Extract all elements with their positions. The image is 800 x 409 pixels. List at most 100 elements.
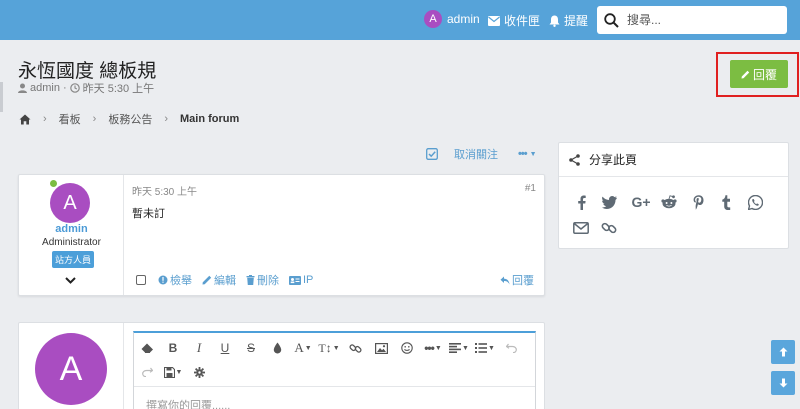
side-tab[interactable] — [0, 82, 3, 112]
breadcrumb: › 看板 › 板務公告 › Main forum — [19, 111, 239, 127]
share-widget: 分享此頁 G+ — [558, 142, 789, 249]
select-topic-icon[interactable] — [426, 148, 438, 160]
post-reply-button[interactable]: 回覆 — [500, 272, 534, 288]
meta-separator: · — [62, 82, 67, 94]
edit-button[interactable]: 編輯 — [202, 272, 236, 288]
share-widget-header: 分享此頁 — [559, 143, 788, 177]
reddit-icon[interactable] — [660, 193, 678, 211]
thread-meta: admin · 昨天 5:30 上午 — [18, 80, 154, 96]
user-menu[interactable]: A admin — [424, 10, 480, 28]
bell-icon — [549, 15, 560, 27]
notifications-label: 提醒 — [564, 14, 589, 28]
ip-button[interactable]: IP — [289, 274, 313, 286]
inbox-label: 收件匣 — [504, 14, 541, 28]
report-label: 檢舉 — [170, 275, 192, 287]
search-box — [597, 6, 787, 34]
reply-button-highlight: 回覆 — [716, 52, 799, 97]
post-content: 暫未訂 — [132, 208, 165, 220]
more-insert-icon[interactable]: ••• ▼ — [420, 338, 446, 358]
home-icon[interactable] — [19, 114, 31, 125]
post-author-avatar[interactable]: A — [50, 183, 90, 223]
email-icon[interactable] — [572, 219, 590, 237]
breadcrumb-item[interactable]: 板務公告 — [108, 111, 152, 127]
arrow-up-icon — [779, 347, 788, 357]
font-size-icon[interactable]: T↕ ▼ — [316, 338, 342, 358]
post-author-name[interactable]: admin — [19, 223, 124, 235]
ellipsis-icon: ••• — [518, 148, 528, 160]
post-author-role: Administrator — [42, 237, 101, 248]
post-number[interactable]: #1 — [525, 183, 536, 194]
eraser-icon[interactable] — [134, 338, 160, 358]
share-icon — [569, 153, 580, 166]
smiley-icon[interactable] — [394, 338, 420, 358]
link-icon[interactable] — [600, 219, 618, 237]
search-input[interactable] — [627, 13, 767, 27]
underline-icon[interactable]: U — [212, 338, 238, 358]
reply-author-avatar: A — [35, 333, 107, 405]
chevron-right-icon: › — [92, 113, 97, 125]
quick-reply-form: A B I U S A ▼ T↕ ▼ ••• ▼ ▼ ▼ ▼ 撰寫你的回覆...… — [18, 322, 545, 409]
reply-button-label: 回覆 — [752, 67, 777, 82]
user-avatar: A — [424, 10, 442, 28]
gear-icon[interactable] — [186, 362, 212, 382]
user-icon — [18, 83, 27, 93]
list-icon[interactable]: ▼ — [472, 338, 498, 358]
facebook-icon[interactable] — [572, 193, 590, 211]
undo-icon[interactable] — [498, 338, 524, 358]
scroll-to-top-button[interactable] — [771, 340, 795, 364]
reply-button[interactable]: 回覆 — [730, 60, 788, 88]
caret-down-icon: ▼ — [529, 150, 537, 158]
edit-label: 編輯 — [214, 275, 236, 287]
editor-toolbar-row-2: ▼ — [134, 361, 212, 383]
reply-author-sidebar: A — [19, 323, 124, 409]
topic-tools: 取消關注 ••• ▼ — [426, 146, 537, 162]
more-options-button[interactable]: ••• ▼ — [518, 148, 537, 160]
tumblr-icon[interactable] — [717, 193, 735, 211]
insert-link-icon[interactable] — [342, 338, 368, 358]
whatsapp-icon[interactable] — [746, 193, 764, 211]
editor-divider — [134, 386, 535, 387]
text-color-icon[interactable] — [264, 338, 290, 358]
italic-icon[interactable]: I — [186, 338, 212, 358]
reply-arrow-icon — [500, 276, 510, 285]
chevron-down-icon[interactable] — [65, 275, 76, 287]
delete-label: 刪除 — [257, 275, 279, 287]
thread-author[interactable]: admin — [30, 82, 60, 94]
post-author-sidebar: A admin Administrator 站方人員 — [19, 175, 124, 295]
reply-textarea[interactable]: 撰寫你的回覆...... — [146, 397, 230, 409]
page-title: 永恆國度 總板規 — [18, 61, 157, 82]
font-family-icon[interactable]: A ▼ — [290, 338, 316, 358]
breadcrumb-current[interactable]: Main forum — [180, 113, 239, 125]
arrow-down-icon — [779, 378, 788, 388]
post-reply-label: 回覆 — [512, 275, 534, 287]
pencil-icon — [202, 275, 212, 285]
id-card-icon — [289, 275, 301, 285]
insert-image-icon[interactable] — [368, 338, 394, 358]
inbox-link[interactable]: 收件匣 — [488, 12, 540, 29]
ip-label: IP — [303, 274, 314, 286]
align-icon[interactable]: ▼ — [446, 338, 472, 358]
redo-icon[interactable] — [134, 362, 160, 382]
strikethrough-icon[interactable]: S — [238, 338, 264, 358]
envelope-icon — [488, 15, 500, 26]
scroll-to-bottom-button[interactable] — [771, 371, 795, 395]
alert-circle-icon — [158, 275, 168, 285]
share-widget-title: 分享此頁 — [589, 153, 638, 167]
online-status-dot — [49, 179, 58, 188]
google-plus-icon[interactable]: G+ — [630, 193, 652, 211]
breadcrumb-item[interactable]: 看板 — [59, 111, 81, 127]
notifications-link[interactable]: 提醒 — [549, 12, 588, 29]
select-post-checkbox[interactable] — [136, 275, 146, 285]
report-button[interactable]: 檢舉 — [158, 272, 192, 288]
twitter-icon[interactable] — [600, 193, 618, 211]
delete-button[interactable]: 刪除 — [246, 272, 279, 288]
user-name: admin — [447, 12, 480, 26]
editor-toolbar: B I U S A ▼ T↕ ▼ ••• ▼ ▼ ▼ — [134, 337, 524, 359]
staff-badge: 站方人員 — [52, 251, 95, 268]
unfollow-button[interactable]: 取消關注 — [454, 146, 498, 162]
bold-icon[interactable]: B — [160, 338, 186, 358]
pinterest-icon[interactable] — [689, 193, 707, 211]
post-timestamp[interactable]: 昨天 5:30 上午 — [132, 183, 197, 198]
top-navbar: A admin 收件匣 提醒 — [0, 0, 800, 40]
save-draft-icon[interactable]: ▼ — [160, 362, 186, 382]
